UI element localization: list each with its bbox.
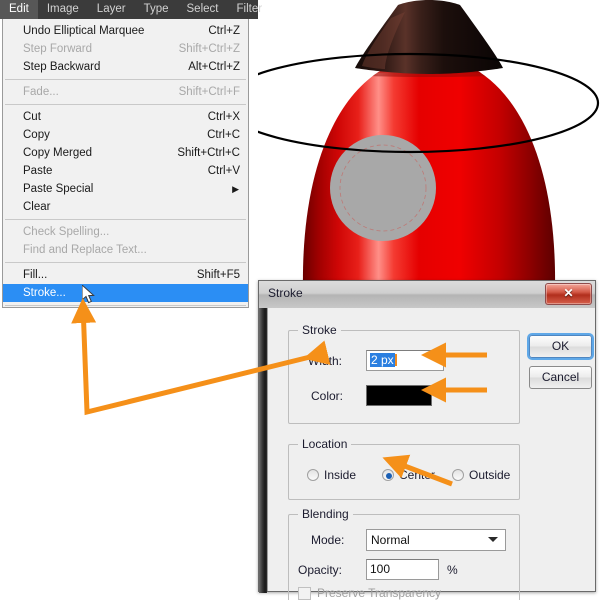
screenshot-root: Edit Image Layer Type Select Filter Undo… <box>0 0 600 600</box>
radio-inside-label: Inside <box>324 468 356 482</box>
menu-item-shortcut: Ctrl+X <box>208 108 240 126</box>
width-label: Width: <box>308 354 342 368</box>
menu-item-copy-merged[interactable]: Copy Merged Shift+Ctrl+C <box>3 144 248 162</box>
menu-item-label: Clear <box>23 198 50 216</box>
menubar-item-select[interactable]: Select <box>178 0 228 19</box>
dialog-title: Stroke <box>268 286 303 300</box>
dialog-body: Stroke Width: 2 px Color: Location Insid… <box>267 308 595 591</box>
radio-center-label: Center <box>399 468 435 482</box>
menu-item-shortcut: Shift+Ctrl+F <box>179 83 240 101</box>
menu-item-clear[interactable]: Clear <box>3 198 248 216</box>
menubar-item-type[interactable]: Type <box>135 0 178 19</box>
menu-item-cut[interactable]: Cut Ctrl+X <box>3 108 248 126</box>
preserve-transparency-checkbox: Preserve Transparency <box>298 586 441 600</box>
menu-item-step-backward[interactable]: Step Backward Alt+Ctrl+Z <box>3 58 248 76</box>
menu-item-shortcut: Ctrl+C <box>207 126 240 144</box>
menu-item-label: Fade... <box>23 83 59 101</box>
rocket-illustration <box>258 0 600 290</box>
photoshop-menubar[interactable]: Edit Image Layer Type Select Filter <box>0 0 258 19</box>
menu-separator <box>5 305 246 306</box>
menu-item-label: Check Spelling... <box>23 223 109 241</box>
blend-mode-select[interactable]: Normal <box>366 529 506 551</box>
menu-separator <box>5 79 246 80</box>
menu-item-label: Paste <box>23 162 52 180</box>
menu-item-label: Undo Elliptical Marquee <box>23 22 144 40</box>
stroke-dialog[interactable]: Stroke ✕ Stroke Width: 2 px Color: Locat… <box>258 280 596 592</box>
opacity-input-value: 100 <box>370 562 390 576</box>
menu-item-label: Fill... <box>23 266 47 284</box>
menu-item-paste[interactable]: Paste Ctrl+V <box>3 162 248 180</box>
preserve-transparency-label: Preserve Transparency <box>317 586 441 600</box>
menu-item-label: Copy Merged <box>23 144 92 162</box>
chevron-down-icon <box>488 537 498 542</box>
menu-item-fade: Fade... Shift+Ctrl+F <box>3 83 248 101</box>
opacity-unit: % <box>447 563 458 577</box>
ok-button[interactable]: OK <box>529 335 592 358</box>
dialog-left-edge-decoration <box>259 308 267 593</box>
radio-outside[interactable]: Outside <box>452 468 510 482</box>
menu-item-shortcut: Shift+Ctrl+C <box>177 144 240 162</box>
chevron-right-icon: ▶ <box>232 180 239 198</box>
menu-item-undo[interactable]: Undo Elliptical Marquee Ctrl+Z <box>3 22 248 40</box>
menubar-item-edit[interactable]: Edit <box>0 0 38 19</box>
color-swatch[interactable] <box>366 385 432 406</box>
menu-item-shortcut: Shift+Ctrl+Z <box>179 40 240 58</box>
radio-button-selected-icon <box>382 469 394 481</box>
menu-item-shortcut: Alt+Ctrl+Z <box>188 58 240 76</box>
menu-item-shortcut: Ctrl+Z <box>208 22 240 40</box>
menu-separator <box>5 104 246 105</box>
menubar-item-image[interactable]: Image <box>38 0 88 19</box>
color-label: Color: <box>311 389 343 403</box>
stroke-group: Stroke Width: 2 px Color: <box>288 330 520 424</box>
menu-item-shortcut: Ctrl+V <box>208 162 240 180</box>
image-canvas[interactable] <box>258 0 600 290</box>
width-input-value: 2 px <box>370 353 395 367</box>
close-icon[interactable]: ✕ <box>545 283 592 305</box>
menu-separator <box>5 219 246 220</box>
menu-item-fill[interactable]: Fill... Shift+F5 <box>3 266 248 284</box>
menu-item-copy[interactable]: Copy Ctrl+C <box>3 126 248 144</box>
menu-item-paste-special[interactable]: Paste Special ▶ <box>3 180 248 198</box>
menu-item-label: Step Forward <box>23 40 92 58</box>
radio-outside-label: Outside <box>469 468 510 482</box>
opacity-label: Opacity: <box>298 563 342 577</box>
blending-group-legend: Blending <box>298 507 353 521</box>
menu-item-find-replace-text: Find and Replace Text... <box>3 241 248 259</box>
radio-inside[interactable]: Inside <box>307 468 356 482</box>
radio-button-icon <box>452 469 464 481</box>
location-group-legend: Location <box>298 437 351 451</box>
text-caret <box>395 354 397 366</box>
location-group: Location Inside Center Outside <box>288 444 520 500</box>
menu-item-check-spelling: Check Spelling... <box>3 223 248 241</box>
menubar-item-layer[interactable]: Layer <box>88 0 135 19</box>
width-input[interactable]: 2 px <box>366 350 444 371</box>
menu-item-label: Find and Replace Text... <box>23 241 147 259</box>
menu-item-label: Stroke... <box>23 284 66 302</box>
menu-item-shortcut: Shift+F5 <box>197 266 240 284</box>
menubar-item-filter[interactable]: Filter <box>227 0 271 19</box>
radio-center[interactable]: Center <box>382 468 435 482</box>
checkbox-icon <box>298 587 311 600</box>
cancel-button[interactable]: Cancel <box>529 366 592 389</box>
opacity-input[interactable]: 100 <box>366 559 439 580</box>
dialog-titlebar[interactable]: Stroke ✕ <box>259 281 595 309</box>
menu-item-label: Cut <box>23 108 41 126</box>
menu-item-label: Copy <box>23 126 50 144</box>
blending-group: Blending Mode: Normal Opacity: 100 % Pre… <box>288 514 520 600</box>
menu-item-label: Step Backward <box>23 58 100 76</box>
stroke-group-legend: Stroke <box>298 323 341 337</box>
edit-dropdown-menu[interactable]: Undo Elliptical Marquee Ctrl+Z Step Forw… <box>2 19 249 308</box>
menu-item-label: Paste Special <box>23 180 93 198</box>
menu-separator <box>5 262 246 263</box>
mode-label: Mode: <box>311 533 344 547</box>
menu-item-stroke[interactable]: Stroke... <box>3 284 248 302</box>
radio-button-icon <box>307 469 319 481</box>
blend-mode-value: Normal <box>371 533 410 547</box>
menu-item-step-forward: Step Forward Shift+Ctrl+Z <box>3 40 248 58</box>
